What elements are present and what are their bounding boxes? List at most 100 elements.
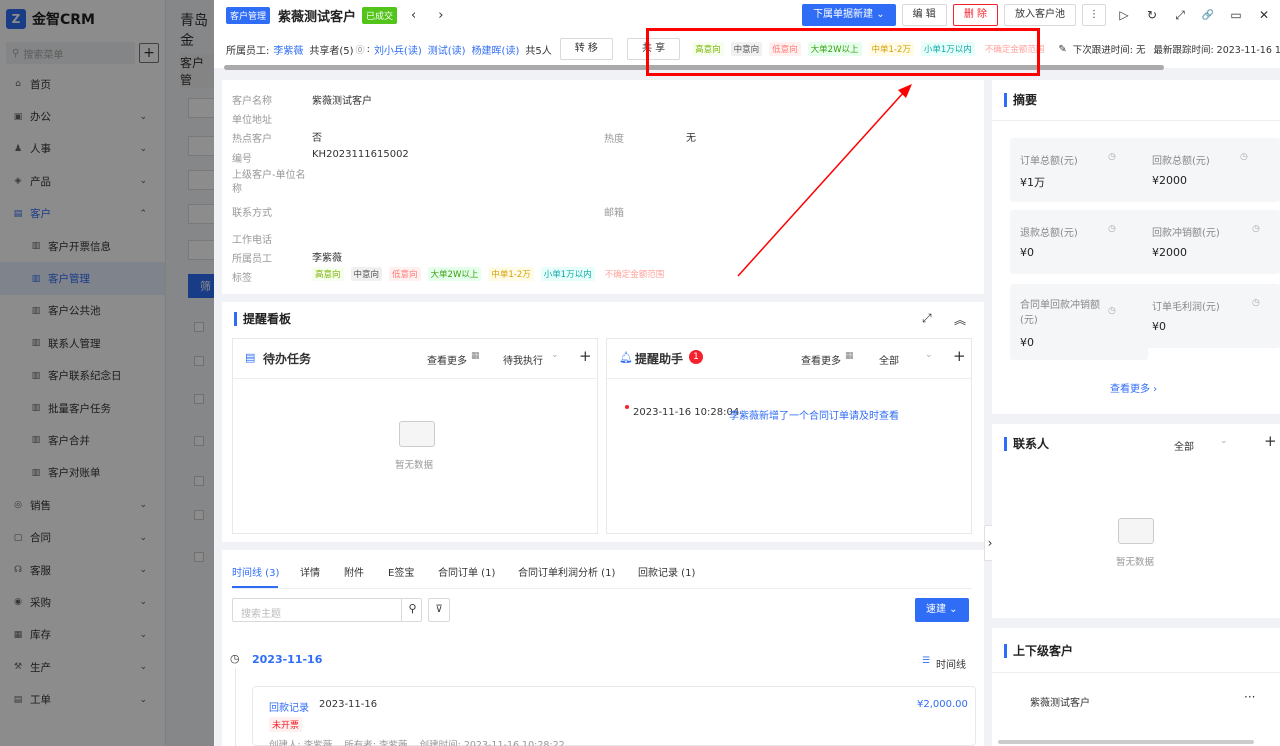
info-icon: ◷ — [1240, 152, 1248, 162]
tab-timeline[interactable]: 时间线 (3) — [232, 564, 279, 579]
summary-card: 合同单回款冲销额(元) ◷ ¥0 — [1010, 284, 1148, 360]
entry-type-link[interactable]: 回款记录 — [269, 699, 309, 714]
field-label: 客户名称 — [232, 96, 272, 107]
summary-card: 退款总额(元) ◷ ¥0 — [1010, 210, 1148, 274]
chevron-left-icon[interactable]: ‹ — [411, 8, 416, 23]
field-value: KH2023111615002 — [312, 149, 409, 160]
collapse-icon[interactable]: ︽ — [954, 311, 966, 328]
search-icon[interactable]: ⚲ — [401, 598, 423, 622]
help-icon[interactable]: ⓪ — [356, 43, 365, 56]
close-icon[interactable]: ✕ — [1254, 8, 1274, 22]
status-badge: 已成交 — [362, 6, 398, 24]
detail-tag-list: 高意向 中意向 低意向 大单2W以上 中单1-2万 小单1万以内 不确定金额范围 — [312, 267, 674, 281]
more-icon: ▦ — [471, 351, 480, 361]
todo-title: 待办任务 — [263, 352, 312, 366]
contacts-panel: 联系人 全部 ⌄ + 暂无数据 — [992, 424, 1280, 618]
sharer-link[interactable]: 测试(读) — [428, 42, 466, 57]
modal-overlay[interactable] — [0, 0, 214, 746]
sharer-link[interactable]: 杨建晖(读) — [472, 42, 520, 57]
bell-icon: 🔔︎ — [619, 351, 633, 364]
edit-pen-icon[interactable]: ✎ — [1058, 44, 1066, 55]
chevron-right-icon[interactable]: › — [438, 8, 443, 23]
transfer-button[interactable]: 转 移 — [559, 38, 613, 60]
field-label: 标签 — [232, 273, 252, 284]
card-label: 合同单回款冲销额(元) — [1020, 300, 1100, 326]
reminder-board: 提醒看板 ⤢ ︽ ▤ 待办任务 查看更多 ▦ 待我执行 ⌄ + 暂无数据 🔔︎ … — [222, 302, 984, 542]
contacts-filter[interactable]: 全部 — [1174, 438, 1194, 453]
customer-detail-drawer: 客户管理 紫薇测试客户 已成交 ‹ › 下属单据新建 ⌄ 编 辑 删 除 放入客… — [214, 0, 1280, 746]
reminder-link[interactable]: 李紫薇新增了一个合同订单请及时查看 — [729, 407, 899, 422]
card-value: ¥0 — [1020, 246, 1034, 259]
next-follow-time: 下次跟进时间: 无 — [1072, 45, 1146, 56]
info-icon: ◷ — [1252, 224, 1260, 234]
move-to-pool-button[interactable]: 放入客户池 — [1004, 4, 1076, 26]
field-label: 编号 — [232, 154, 252, 165]
new-sub-document-button[interactable]: 下属单据新建 ⌄ — [802, 4, 896, 26]
tab-attachments[interactable]: 附件 — [344, 564, 364, 579]
summary-more-link[interactable]: 查看更多 › — [1110, 380, 1157, 395]
panel-scrollbar[interactable] — [998, 740, 1254, 744]
sharer-link[interactable]: 刘小兵(读) — [374, 42, 422, 57]
expand-icon[interactable]: ⤢ — [922, 311, 932, 326]
reminder-time: 2023-11-16 10:28:04 — [633, 407, 740, 418]
empty-text: 暂无数据 — [395, 460, 434, 471]
summary-divider — [992, 120, 1280, 121]
card-value: ¥2000 — [1152, 174, 1187, 187]
section-title: 联系人 — [1004, 437, 1049, 451]
chevron-down-icon: ⌄ — [551, 350, 559, 360]
tab-esign[interactable]: E签宝 — [388, 564, 414, 579]
tab-payment-records[interactable]: 回款记录 (1) — [638, 564, 695, 579]
empty-text: 暂无数据 — [1116, 557, 1155, 568]
timeline-panel: 时间线 (3) 详情 附件 E签宝 合同订单 (1) 合同订单利润分析 (1) … — [222, 550, 984, 746]
customer-detail-panel: 客户名称 紫薇测试客户 单位地址 热点客户 否 热度 无 编号 KH202311… — [222, 80, 984, 294]
summary-card: 订单毛利润(元) ◷ ¥0 — [1142, 284, 1280, 348]
contacts-add-button[interactable]: + — [1264, 432, 1277, 450]
quick-create-button[interactable]: 速建 ⌄ — [915, 598, 969, 622]
delete-button[interactable]: 删 除 — [952, 4, 998, 26]
field-value: 李紫薇 — [312, 253, 342, 264]
field-value: 否 — [312, 133, 322, 144]
tab-profit-analysis[interactable]: 合同订单利润分析 (1) — [518, 564, 615, 579]
timeline-tabs: 时间线 (3) 详情 附件 E签宝 合同订单 (1) 合同订单利润分析 (1) … — [232, 564, 972, 588]
count-badge: 1 — [689, 350, 703, 364]
section-title: 摘要 — [1004, 93, 1037, 107]
helper-filter[interactable]: 全部 — [879, 352, 899, 367]
window-icon[interactable]: ▭ — [1226, 8, 1246, 22]
summary-panel: 摘要 订单总额(元) ◷ ¥1万 回款总额(元) ◷ ¥2000 退款总额(元) ◷ ¥0 … — [992, 80, 1280, 414]
tab-contract-orders[interactable]: 合同订单 (1) — [438, 564, 495, 579]
more-menu-icon[interactable]: ··· — [1244, 690, 1255, 704]
card-value: ¥0 — [1152, 320, 1166, 333]
page-title: 紫薇测试客户 — [278, 9, 357, 25]
helper-more-link[interactable]: 查看更多 — [801, 352, 841, 367]
list-icon: ☰ — [922, 656, 931, 666]
field-label: 联系方式 — [232, 208, 272, 219]
todo-more-link[interactable]: 查看更多 — [427, 352, 467, 367]
field-label: 单位地址 — [232, 115, 272, 126]
helper-add-button[interactable]: + — [953, 347, 966, 365]
task-icon: ▤ — [245, 351, 256, 364]
timeline-search-input[interactable]: 搜索主题 ⚲ — [232, 598, 422, 622]
fullscreen-icon[interactable]: ⤢ — [1170, 8, 1190, 23]
timeline-view-toggle[interactable]: 时间线 — [936, 656, 966, 671]
card-label: 订单毛利润(元) — [1152, 302, 1220, 313]
filter-icon[interactable]: ⊽ — [428, 598, 450, 622]
more-icon[interactable]: ⋮ — [1082, 4, 1106, 26]
search-placeholder: 搜索主题 — [241, 609, 281, 620]
card-value: ¥2000 — [1152, 246, 1187, 259]
field-label: 上级客户-单位名称 — [232, 170, 306, 195]
field-value: 无 — [686, 133, 696, 144]
info-icon: ◷ — [1108, 152, 1116, 162]
tab-detail[interactable]: 详情 — [300, 564, 320, 579]
card-value: ¥1万 — [1020, 176, 1045, 189]
last-follow-time: 最新跟踪时间: 2023-11-16 11:12:55 — [1153, 45, 1280, 56]
todo-filter[interactable]: 待我执行 — [503, 352, 543, 367]
app-root: Z 金智CRM ⚲ 搜索菜单 + ⌂ 首页 ▣ 办公 ⌄ ♟ 人事 ⌄ ◈ 产品 ⌄ ▤ 客户 ⌃… — [0, 0, 1280, 746]
timeline-entry[interactable]: 回款记录 2023-11-16 ¥2,000.00 未开票 创建人: 李紫薇 所… — [252, 686, 976, 746]
play-icon[interactable]: ▷ — [1114, 8, 1134, 22]
link-icon[interactable]: 🔗 — [1198, 10, 1218, 21]
parent-customer-name[interactable]: 紫薇测试客户 — [1030, 694, 1090, 709]
owner-link[interactable]: 李紫薇 — [273, 42, 303, 57]
edit-button[interactable]: 编 辑 — [901, 4, 947, 26]
todo-add-button[interactable]: + — [579, 347, 592, 365]
refresh-icon[interactable]: ↻ — [1142, 8, 1162, 22]
